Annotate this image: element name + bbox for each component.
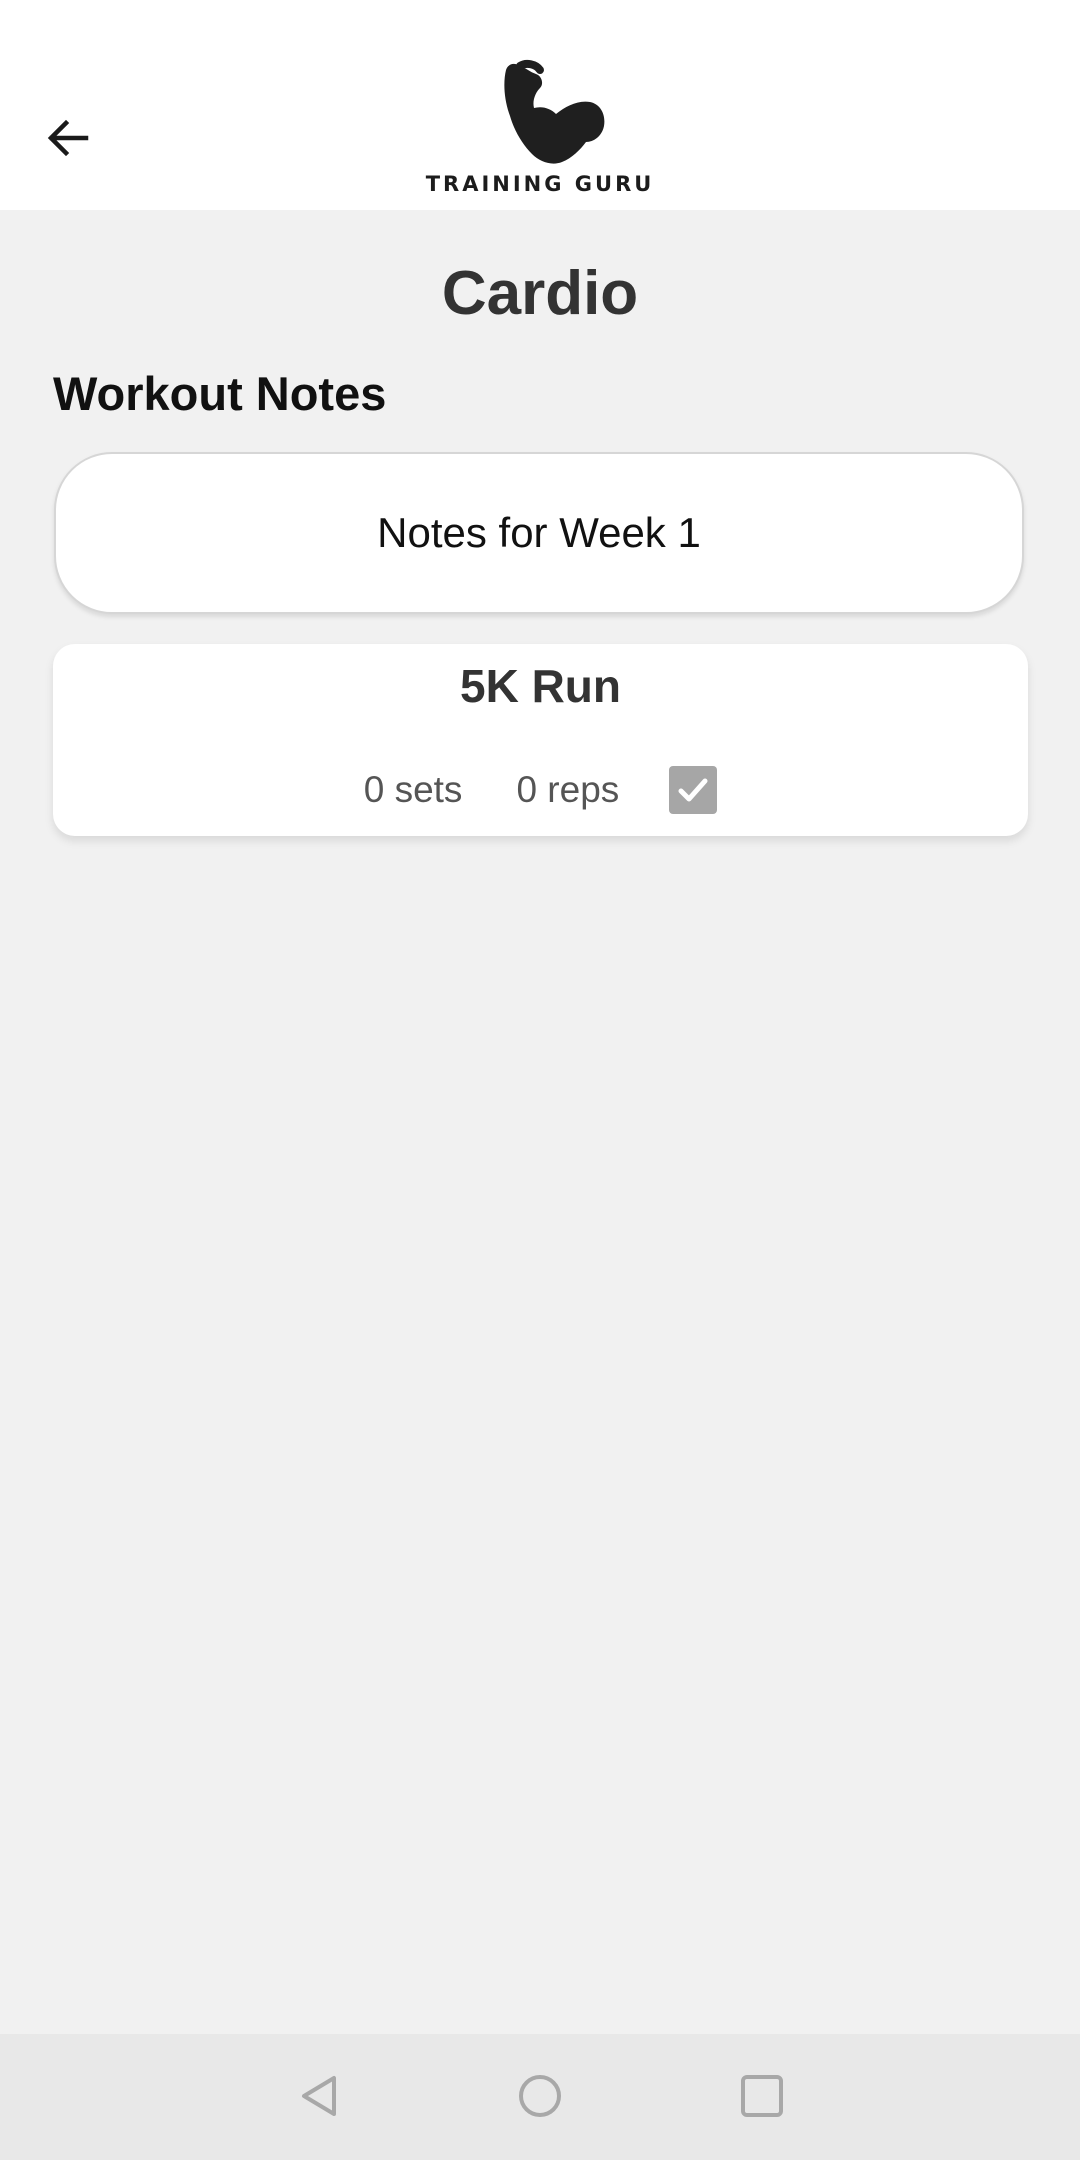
app-logo: TRAINING GURU: [425, 58, 655, 208]
section-title: Workout Notes: [53, 367, 387, 420]
exercise-name: 5K Run: [460, 660, 621, 712]
checkmark-icon: [678, 778, 708, 802]
flexed-bicep-icon: [504, 59, 605, 164]
notes-card[interactable]: Notes for Week 1: [54, 452, 1024, 614]
logo-text: TRAINING GURU: [425, 172, 655, 196]
exercise-card[interactable]: 5K Run 0 sets 0 reps: [53, 644, 1028, 836]
system-home-button[interactable]: [500, 2056, 580, 2136]
system-recents-button[interactable]: [722, 2056, 802, 2136]
page-title: Cardio: [441, 259, 639, 328]
arrow-left-icon: [47, 119, 89, 157]
exercise-reps: 0 reps: [516, 769, 620, 810]
system-back-button[interactable]: [280, 2056, 360, 2136]
system-nav-bar: [0, 2034, 1080, 2160]
circle-home-icon: [519, 2075, 561, 2117]
completed-checkbox[interactable]: [669, 766, 718, 814]
triangle-back-icon: [302, 2076, 336, 2116]
notes-card-label: Notes for Week 1: [377, 509, 701, 556]
app-bar: TRAINING GURU: [0, 0, 1080, 210]
exercise-stats: 0 sets 0 reps: [53, 760, 1028, 820]
back-button[interactable]: [30, 100, 106, 176]
exercise-sets: 0 sets: [363, 769, 463, 810]
square-recents-icon: [741, 2075, 783, 2117]
